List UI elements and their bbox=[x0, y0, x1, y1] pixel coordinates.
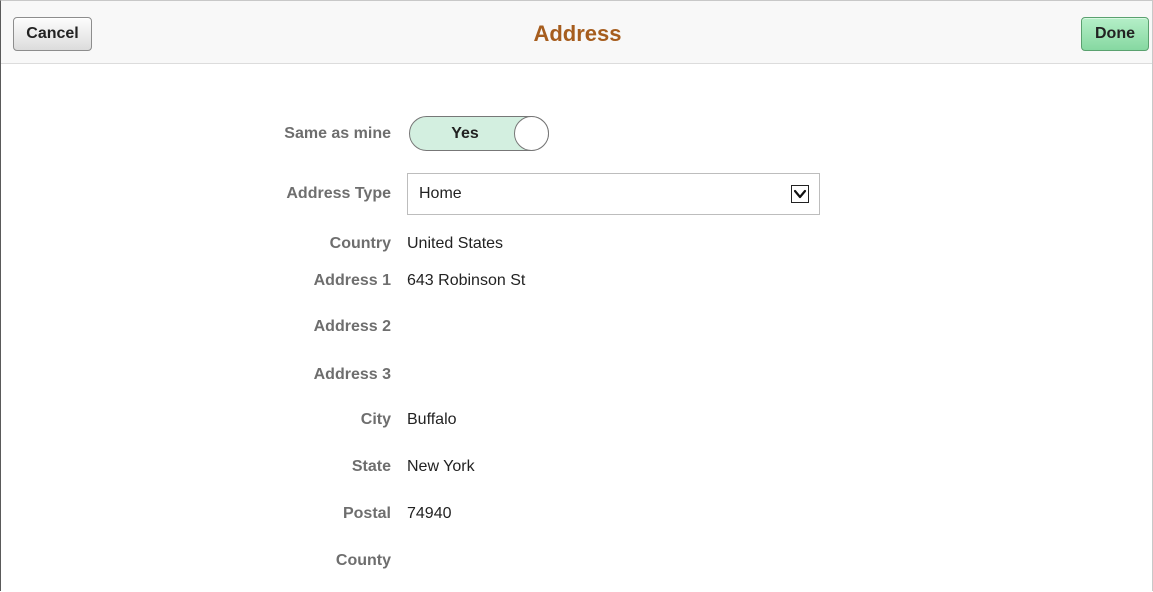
address-type-selected: Home bbox=[419, 185, 462, 202]
county-label: County bbox=[335, 552, 391, 569]
modal-frame bbox=[0, 0, 1153, 591]
state-label: State bbox=[351, 458, 391, 475]
address2-label: Address 2 bbox=[313, 318, 391, 335]
toggle-state-label: Yes bbox=[451, 125, 479, 142]
page-title: Address bbox=[533, 21, 622, 46]
postal-label: Postal bbox=[342, 505, 391, 522]
same-as-mine-label: Same as mine bbox=[284, 125, 391, 142]
city-value: Buffalo bbox=[407, 411, 457, 428]
address-type-label: Address Type bbox=[286, 185, 391, 202]
country-label: Country bbox=[329, 235, 391, 252]
toggle-knob[interactable] bbox=[514, 116, 549, 151]
postal-value: 74940 bbox=[407, 505, 452, 522]
country-value: United States bbox=[407, 235, 504, 252]
address1-value: 643 Robinson St bbox=[407, 272, 526, 289]
done-button[interactable]: Done bbox=[1081, 17, 1149, 51]
address-type-select[interactable]: Home bbox=[407, 173, 820, 215]
city-label: City bbox=[360, 411, 391, 428]
same-as-mine-toggle[interactable]: Yes bbox=[409, 116, 549, 151]
address1-label: Address 1 bbox=[313, 272, 391, 289]
chevron-down-icon[interactable] bbox=[791, 185, 809, 203]
header-bar: Cancel Address Done bbox=[1, 1, 1152, 64]
state-value: New York bbox=[407, 458, 475, 475]
address3-label: Address 3 bbox=[313, 366, 391, 383]
